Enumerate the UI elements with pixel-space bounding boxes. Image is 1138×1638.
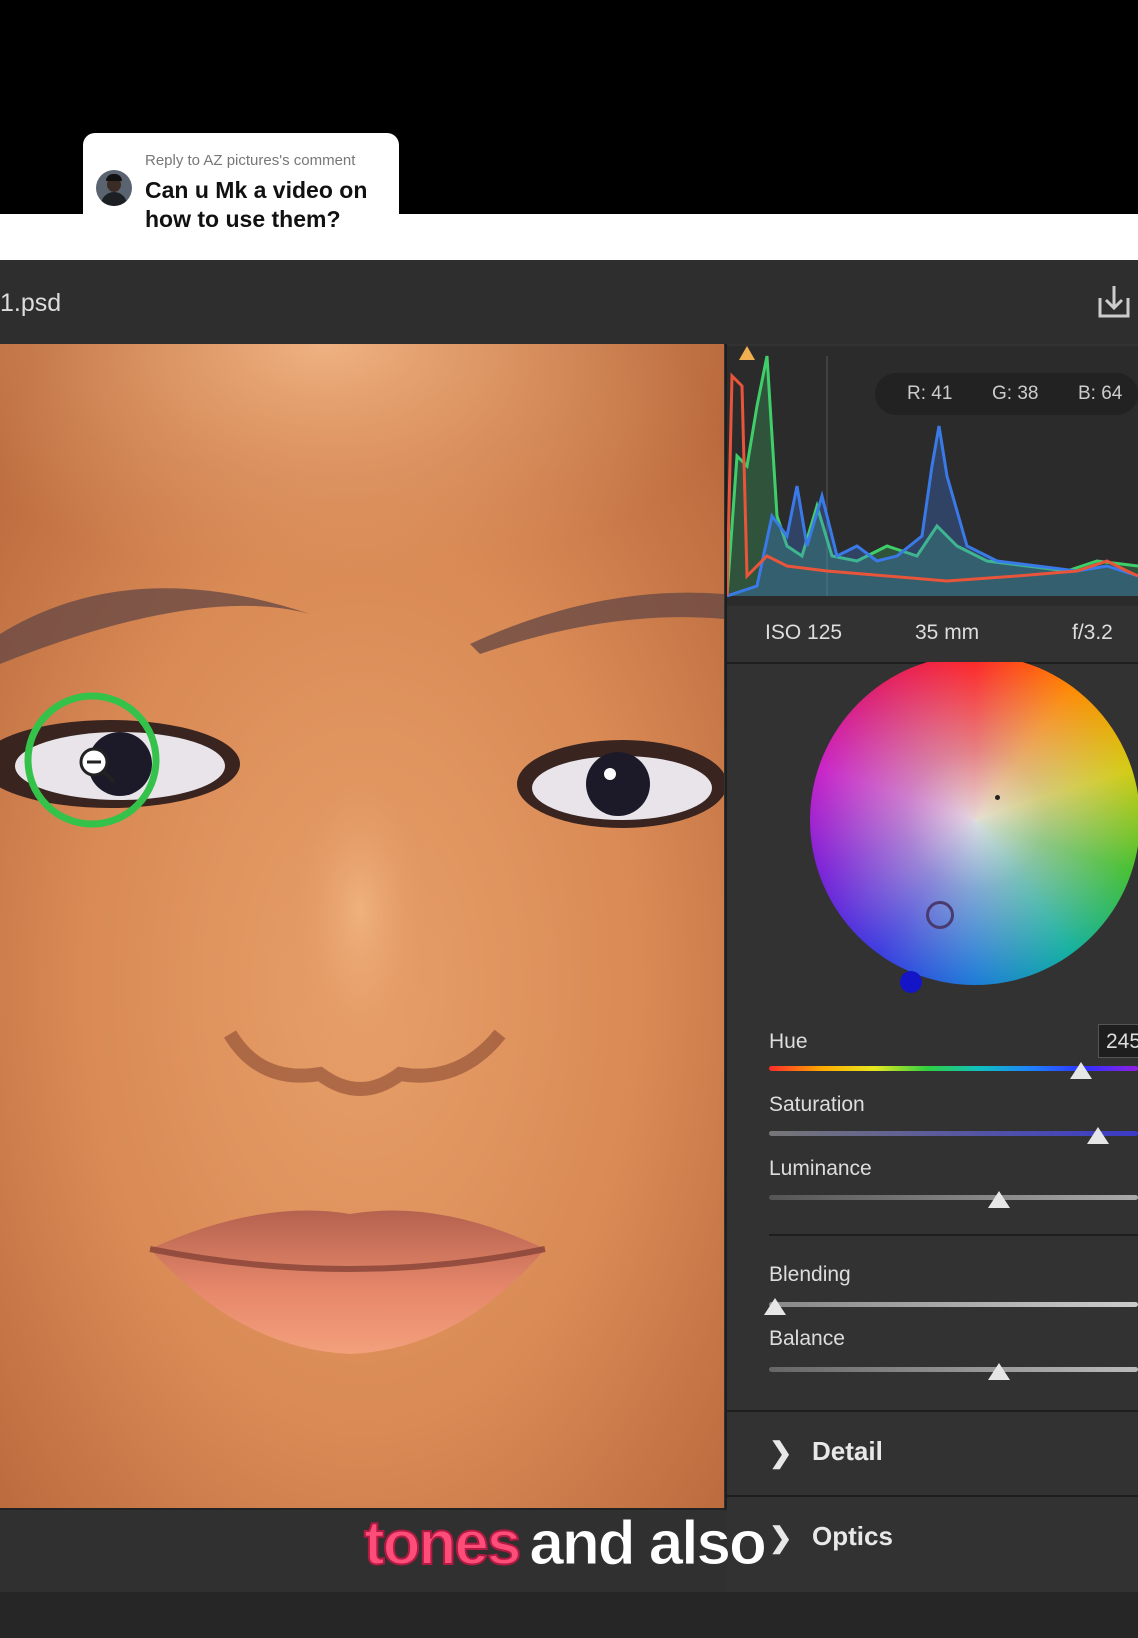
blending-slider-thumb[interactable] <box>764 1298 786 1315</box>
caption-text: and also <box>529 1509 768 1579</box>
wheel-center <box>995 795 1000 800</box>
hue-label: Hue <box>769 1030 808 1053</box>
section-optics[interactable]: ❯ Optics <box>727 1495 1138 1587</box>
aperture: f/3.2 <box>1072 621 1113 644</box>
iso-value: ISO 125 <box>765 621 843 644</box>
saturation-slider[interactable] <box>769 1131 1138 1136</box>
color-wheel[interactable] <box>810 662 1138 985</box>
luminance-slider[interactable] <box>769 1195 1138 1200</box>
video-caption: tones and also <box>363 1508 768 1579</box>
wheel-handle[interactable] <box>900 971 922 993</box>
divider <box>769 1234 1138 1236</box>
export-icon[interactable] <box>1094 282 1134 322</box>
wheel-ring-handle[interactable] <box>926 901 954 929</box>
document-title: 1.psd <box>0 289 62 317</box>
blue-value: B: 64 <box>1078 383 1123 404</box>
section-label: Detail <box>812 1436 883 1466</box>
reply-label: Reply to AZ pictures's comment <box>145 152 356 169</box>
saturation-label: Saturation <box>769 1093 865 1116</box>
blending-label: Blending <box>769 1263 851 1286</box>
color-wheel-area <box>727 662 1138 1002</box>
luminance-slider-thumb[interactable] <box>988 1191 1010 1208</box>
blending-slider[interactable] <box>769 1302 1138 1307</box>
balance-slider-thumb[interactable] <box>988 1363 1010 1380</box>
bottom-bar <box>0 1592 1138 1638</box>
shadow-clipping-icon[interactable] <box>739 346 755 360</box>
hue-value-field[interactable]: 245 <box>1098 1024 1138 1058</box>
red-value: R: 41 <box>907 383 953 404</box>
section-detail[interactable]: ❯ Detail <box>727 1410 1138 1492</box>
title-bar <box>0 260 1138 345</box>
hue-slider-thumb[interactable] <box>1070 1062 1092 1079</box>
caption-highlight: tones <box>363 1508 522 1579</box>
chevron-right-icon: ❯ <box>769 1437 793 1468</box>
photo-canvas[interactable] <box>0 344 724 1508</box>
chevron-right-icon: ❯ <box>769 1522 793 1553</box>
reply-comment-bubble[interactable]: Reply to AZ pictures's comment Can u Mk … <box>83 133 399 251</box>
avatar[interactable] <box>96 170 132 206</box>
comment-text: Can u Mk a video on how to use them? <box>145 177 368 232</box>
saturation-slider-thumb[interactable] <box>1087 1127 1109 1144</box>
focal-length: 35 mm <box>915 621 980 644</box>
luminance-label: Luminance <box>769 1157 872 1180</box>
section-label: Optics <box>812 1521 893 1551</box>
green-value: G: 38 <box>992 383 1039 404</box>
balance-label: Balance <box>769 1327 845 1350</box>
rgb-readout: R: 41 G: 38 B: 64 <box>875 373 1138 415</box>
exif-info: ISO 125 35 mm f/3.2 <box>727 606 1138 664</box>
balance-slider[interactable] <box>769 1367 1138 1372</box>
